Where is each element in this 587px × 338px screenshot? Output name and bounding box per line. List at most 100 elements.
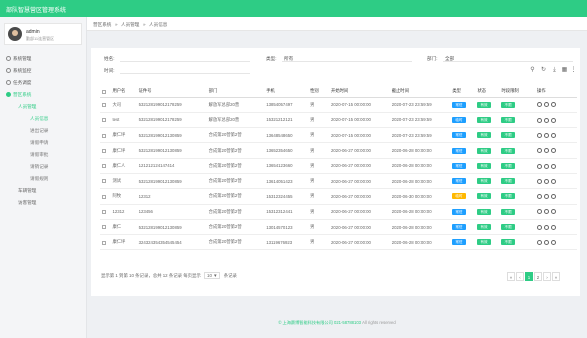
sidebar-item[interactable]: 请假审批 (0, 149, 86, 161)
sidebar-item[interactable]: 系统监控 (0, 65, 86, 77)
breadcrumb-item[interactable]: 人员管理 (121, 22, 139, 28)
select-all-checkbox[interactable] (100, 86, 111, 98)
view-icon[interactable] (544, 240, 550, 245)
edit-icon[interactable] (537, 117, 543, 123)
row-checkbox[interactable] (100, 158, 111, 174)
page-button[interactable]: ‹ (516, 272, 524, 281)
sidebar-item[interactable]: 营区系统 (0, 89, 86, 101)
search-icon[interactable]: ⚲ (529, 67, 536, 74)
page-first-button[interactable]: « (507, 272, 515, 281)
more-icon[interactable]: ⋮ (570, 67, 577, 74)
table-row[interactable]: 康仁坪 532128199012130859 合成第20营第2营 1365235465… (100, 142, 577, 159)
edit-icon[interactable] (537, 132, 543, 138)
edit-icon[interactable] (537, 102, 543, 108)
name-filter-input[interactable] (120, 61, 250, 62)
table-row[interactable]: 测试 532128199012130859 合成第20营第2营 13614051423… (100, 173, 577, 190)
sidebar-item[interactable]: 车辆管理 (0, 185, 86, 197)
cell-status: 有效 (475, 204, 500, 220)
edit-icon[interactable] (537, 163, 543, 169)
delete-icon[interactable] (551, 209, 557, 215)
row-checkbox[interactable] (100, 204, 111, 220)
view-icon[interactable] (544, 194, 550, 200)
view-icon[interactable] (544, 178, 550, 184)
sidebar-item[interactable]: 进出记录 (0, 125, 86, 137)
sidebar-item[interactable]: 请假申请 (0, 137, 86, 149)
view-icon[interactable] (544, 117, 550, 123)
col-header[interactable]: 状态 (475, 86, 500, 98)
cell-start: 2020-06-27 00:00:00 (329, 158, 390, 174)
col-header[interactable]: 开始时间 (329, 86, 390, 98)
view-icon[interactable] (544, 163, 550, 169)
row-checkbox[interactable] (100, 219, 111, 236)
table-row[interactable]: 12312 123456 合成第20营第2营 15312312441 男 2020-06-… (100, 204, 577, 220)
delete-icon[interactable] (551, 117, 557, 123)
edit-icon[interactable] (537, 194, 543, 200)
row-checkbox[interactable] (100, 234, 111, 251)
sidebar-item[interactable]: 访客管理 (0, 197, 86, 209)
sidebar-item[interactable]: 系统管理 (0, 53, 86, 65)
page-button[interactable]: 1 (525, 272, 533, 281)
view-icon[interactable] (544, 209, 550, 215)
sidebar-item[interactable]: 人员管理 (0, 101, 86, 113)
edit-icon[interactable] (537, 224, 543, 230)
row-checkbox[interactable] (100, 112, 111, 129)
table-row[interactable]: 大司 532128199012178259 解放军总部20营 13854057497 男… (100, 97, 577, 113)
page-button[interactable]: » (552, 272, 560, 281)
col-header[interactable]: 类型 (450, 86, 476, 98)
sidebar-item[interactable]: 人员信息 (0, 113, 86, 125)
sidebar-item[interactable]: 请销记录 (0, 161, 86, 173)
delete-icon[interactable] (551, 148, 557, 154)
table-row[interactable]: 康仁坪 324324354354545454 合成第20营第2营 1311967692… (100, 234, 577, 251)
row-checkbox[interactable] (100, 173, 111, 190)
edit-icon[interactable] (537, 209, 543, 215)
export-icon[interactable]: ⤓ (551, 67, 558, 74)
table-row[interactable]: 阿牧 12312 合成第20营第2营 15312324455 男 2020-06-27 0… (100, 188, 577, 205)
table-row[interactable]: 康仁坪 532128199012130859 合成第20营第2营 1364854865… (100, 127, 577, 144)
delete-icon[interactable] (551, 224, 557, 230)
breadcrumb-item: 人员信息 (149, 22, 168, 27)
page-size-select[interactable]: 10 ▼ (204, 272, 221, 279)
edit-icon[interactable] (537, 178, 543, 184)
cell-name: 康仁 (110, 219, 137, 236)
col-header[interactable]: 性别 (308, 86, 330, 98)
row-checkbox[interactable] (100, 188, 111, 205)
row-checkbox[interactable] (100, 142, 111, 159)
cell-type: 临时 (450, 188, 476, 205)
delete-icon[interactable] (551, 132, 557, 138)
delete-icon[interactable] (551, 240, 557, 245)
breadcrumb-item[interactable]: 营区系统 (93, 22, 111, 28)
delete-icon[interactable] (551, 102, 557, 108)
col-header[interactable]: 用户名 (110, 86, 137, 98)
cell-gender: 男 (308, 142, 330, 159)
view-icon[interactable] (544, 132, 550, 138)
delete-icon[interactable] (551, 178, 557, 184)
columns-icon[interactable]: ▦ (561, 67, 568, 74)
edit-icon[interactable] (537, 240, 543, 245)
page-button[interactable]: › (543, 272, 551, 281)
col-header[interactable]: 证件号 (136, 86, 207, 98)
delete-icon[interactable] (551, 194, 557, 200)
col-header[interactable]: 时段限制 (499, 86, 536, 98)
footer-brand[interactable]: © 上海赛博智能科技有限公司 (278, 320, 333, 325)
cell-phone: 15312312441 (264, 204, 309, 220)
refresh-icon[interactable]: ↻ (540, 67, 547, 74)
sidebar-item[interactable]: 任务调度 (0, 77, 86, 89)
col-header[interactable]: 部门 (206, 86, 265, 98)
row-checkbox[interactable] (100, 127, 111, 144)
delete-icon[interactable] (551, 163, 557, 169)
col-header[interactable]: 手机 (264, 86, 309, 98)
row-checkbox[interactable] (100, 97, 111, 113)
cell-type: 常驻 (450, 204, 476, 220)
table-row[interactable]: 康仁人 121212124147414 合成第20营第2营 13654123660 男 2… (100, 158, 577, 174)
time-filter-input[interactable] (120, 73, 250, 74)
view-icon[interactable] (544, 148, 550, 154)
page-button[interactable]: 2 (534, 272, 542, 281)
sidebar-item[interactable]: 请假规则 (0, 173, 86, 185)
col-header[interactable]: 截止时间 (389, 86, 451, 98)
table-row[interactable]: 康仁 532128199012130859 合成第20营第2营 13014570123… (100, 219, 577, 236)
table-row[interactable]: test 532128199012178259 解放军总部20营 1532121212… (100, 112, 577, 129)
edit-icon[interactable] (537, 148, 543, 154)
view-icon[interactable] (544, 102, 550, 108)
view-icon[interactable] (544, 224, 550, 230)
cell-limit: 不限 (499, 142, 536, 159)
